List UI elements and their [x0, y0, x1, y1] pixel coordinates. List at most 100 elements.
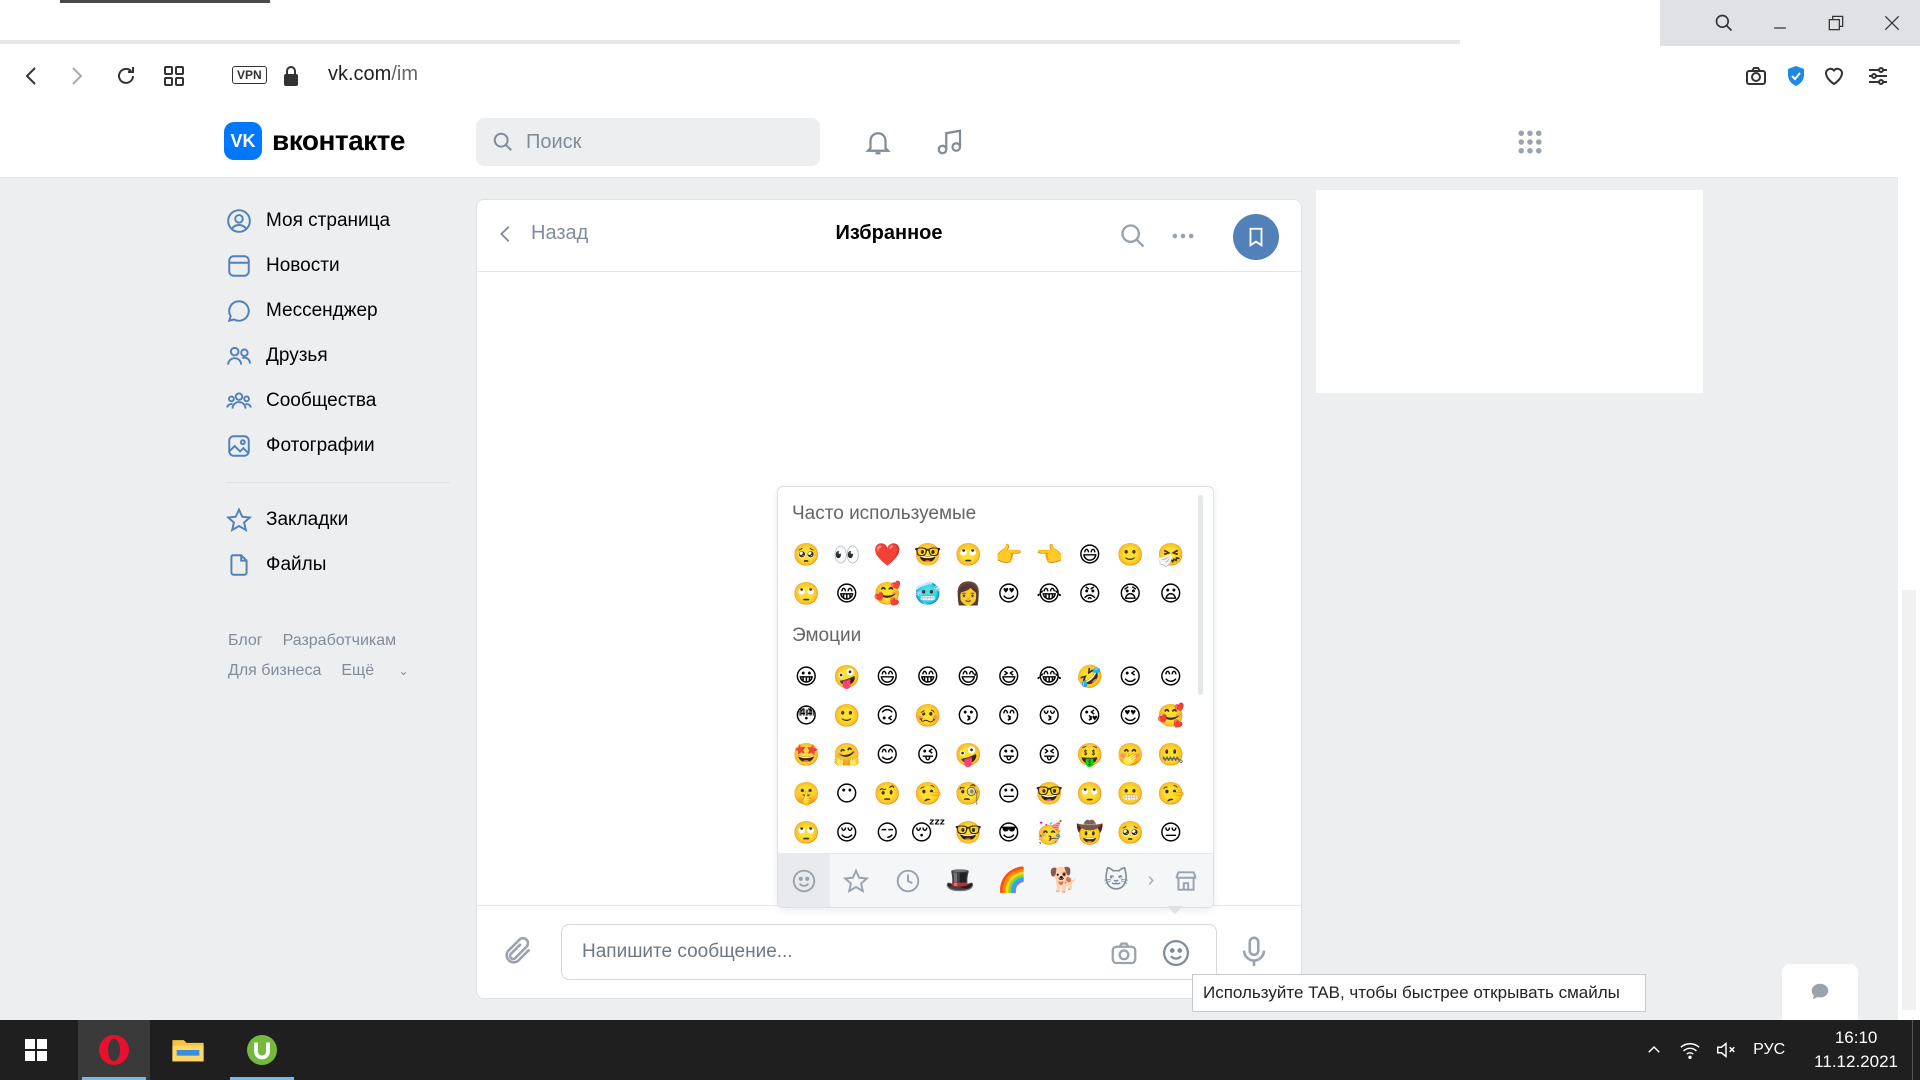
- menu-item-messenger[interactable]: Мессенджер: [226, 288, 456, 333]
- emoji-item[interactable]: 🙄: [786, 813, 827, 852]
- footer-link-developers[interactable]: Разработчикам: [283, 632, 397, 649]
- menu-item-friends[interactable]: Друзья: [226, 333, 456, 378]
- emoji-item[interactable]: 🤪: [948, 735, 989, 774]
- emoji-item[interactable]: 👉: [989, 535, 1030, 574]
- emoji-item[interactable]: 😔: [1151, 813, 1192, 852]
- emoji-tab-smiles[interactable]: [778, 853, 830, 907]
- attach-button[interactable]: [501, 934, 535, 973]
- emoji-scrollbar[interactable]: [1198, 495, 1203, 695]
- taskbar-opera[interactable]: [78, 1020, 150, 1080]
- emoji-tab-favorites[interactable]: [830, 854, 882, 908]
- emoji-item[interactable]: 🧐: [948, 774, 989, 813]
- apps-button[interactable]: [1512, 124, 1548, 160]
- emoji-item[interactable]: 🤗: [827, 735, 868, 774]
- favorites-avatar[interactable]: [1233, 214, 1279, 260]
- emoji-item[interactable]: 🥳: [1029, 813, 1070, 852]
- menu-item-files[interactable]: Файлы: [226, 542, 456, 587]
- emoji-item[interactable]: 🥺: [786, 535, 827, 574]
- chevron-up-icon[interactable]: [1636, 1041, 1672, 1059]
- emoji-item[interactable]: 🤥: [908, 774, 949, 813]
- favorites-button[interactable]: [1820, 62, 1848, 90]
- emoji-item[interactable]: 🤓: [908, 535, 949, 574]
- emoji-item[interactable]: 🤑: [1070, 735, 1111, 774]
- emoji-button[interactable]: [1160, 937, 1192, 969]
- emoji-item[interactable]: 😍: [1110, 696, 1151, 735]
- emoji-item[interactable]: 😜: [908, 735, 949, 774]
- emoji-tab-recent[interactable]: [882, 854, 934, 908]
- emoji-item[interactable]: 😝: [1029, 735, 1070, 774]
- search-tabs-button[interactable]: [1696, 0, 1752, 46]
- emoji-item[interactable]: 🤐: [1151, 735, 1192, 774]
- emoji-item[interactable]: 🤓: [1029, 774, 1070, 813]
- page-scrollbar[interactable]: [1898, 100, 1920, 1020]
- emoji-item[interactable]: 👀: [827, 535, 868, 574]
- emoji-item[interactable]: ❤️: [867, 535, 908, 574]
- emoji-item[interactable]: 🙄: [948, 535, 989, 574]
- emoji-item[interactable]: 🥰: [867, 574, 908, 613]
- taskbar-file-explorer[interactable]: [152, 1020, 224, 1080]
- emoji-item[interactable]: 🙄: [786, 574, 827, 613]
- emoji-item[interactable]: 🥴: [908, 696, 949, 735]
- emoji-item[interactable]: 👈: [1029, 535, 1070, 574]
- emoji-item[interactable]: 🤪: [827, 657, 868, 696]
- menu-item-communities[interactable]: Сообщества: [226, 378, 456, 423]
- emoji-item[interactable]: 🤩: [786, 735, 827, 774]
- notifications-button[interactable]: [860, 124, 896, 160]
- emoji-item[interactable]: 😧: [1110, 574, 1151, 613]
- emoji-item[interactable]: 😍: [989, 574, 1030, 613]
- restore-button[interactable]: [1808, 0, 1864, 46]
- emoji-item[interactable]: 😆: [989, 657, 1030, 696]
- emoji-item[interactable]: 😶: [827, 774, 868, 813]
- show-desktop-button[interactable]: [1912, 1020, 1920, 1080]
- scrollbar-thumb[interactable]: [1902, 590, 1916, 1010]
- emoji-item[interactable]: 🙄: [1070, 774, 1111, 813]
- menu-item-photos[interactable]: Фотографии: [226, 423, 456, 468]
- camera-button[interactable]: [1108, 937, 1140, 969]
- emoji-item[interactable]: 😉: [1110, 657, 1151, 696]
- emoji-item[interactable]: 😏: [867, 813, 908, 852]
- emoji-item[interactable]: 😁: [908, 657, 949, 696]
- emoji-item[interactable]: 😐: [989, 774, 1030, 813]
- emoji-item[interactable]: 🙂: [1110, 535, 1151, 574]
- reload-button[interactable]: [112, 62, 140, 90]
- snapshot-button[interactable]: [1742, 62, 1770, 90]
- footer-link-business[interactable]: Для бизнеса: [228, 662, 321, 679]
- emoji-item[interactable]: 😄: [867, 657, 908, 696]
- emoji-item[interactable]: 🙃: [867, 696, 908, 735]
- voice-message-button[interactable]: [1237, 934, 1271, 975]
- emoji-item[interactable]: 🤥: [1151, 774, 1192, 813]
- footer-link-blog[interactable]: Блог: [228, 632, 263, 649]
- emoji-item[interactable]: 🤠: [1070, 813, 1111, 852]
- emoji-item[interactable]: 😊: [867, 735, 908, 774]
- emoji-item[interactable]: 😗: [948, 696, 989, 735]
- sticker-store-button[interactable]: [1160, 854, 1212, 908]
- emoji-item[interactable]: 🥺: [1110, 813, 1151, 852]
- emoji-item[interactable]: 🤭: [1110, 735, 1151, 774]
- emoji-item[interactable]: 🥰: [1151, 696, 1192, 735]
- emoji-item[interactable]: 😴: [908, 813, 949, 852]
- search-input[interactable]: Поиск: [476, 118, 820, 166]
- speed-dial-button[interactable]: [160, 62, 188, 90]
- emoji-item[interactable]: 😬: [1110, 774, 1151, 813]
- emoji-item[interactable]: 😚: [1029, 696, 1070, 735]
- emoji-item[interactable]: 😘: [1070, 696, 1111, 735]
- emoji-item[interactable]: 😊: [1151, 657, 1192, 696]
- adblock-button[interactable]: [1782, 62, 1810, 90]
- url-field[interactable]: vk.com/im: [328, 63, 418, 86]
- sticker-pack-dog[interactable]: 🐕: [1038, 854, 1090, 908]
- easy-setup-button[interactable]: [1864, 62, 1892, 90]
- emoji-item[interactable]: 😂: [1029, 657, 1070, 696]
- volume-muted-icon[interactable]: [1708, 1039, 1744, 1061]
- forward-nav-button[interactable]: [62, 62, 90, 90]
- clock[interactable]: 16:10 11.12.2021: [1814, 1026, 1898, 1074]
- emoji-item[interactable]: 😄: [1070, 535, 1111, 574]
- emoji-item[interactable]: 😅: [948, 657, 989, 696]
- chats-widget-button[interactable]: [1782, 964, 1858, 1020]
- lock-icon[interactable]: [282, 65, 300, 87]
- emoji-item[interactable]: 🤣: [1070, 657, 1111, 696]
- chat-more-button[interactable]: [1165, 218, 1201, 254]
- footer-link-more[interactable]: Ещё ⌄: [341, 662, 428, 679]
- emoji-item[interactable]: 😂: [1029, 574, 1070, 613]
- emoji-item[interactable]: 🤨: [867, 774, 908, 813]
- emoji-item[interactable]: 😙: [989, 696, 1030, 735]
